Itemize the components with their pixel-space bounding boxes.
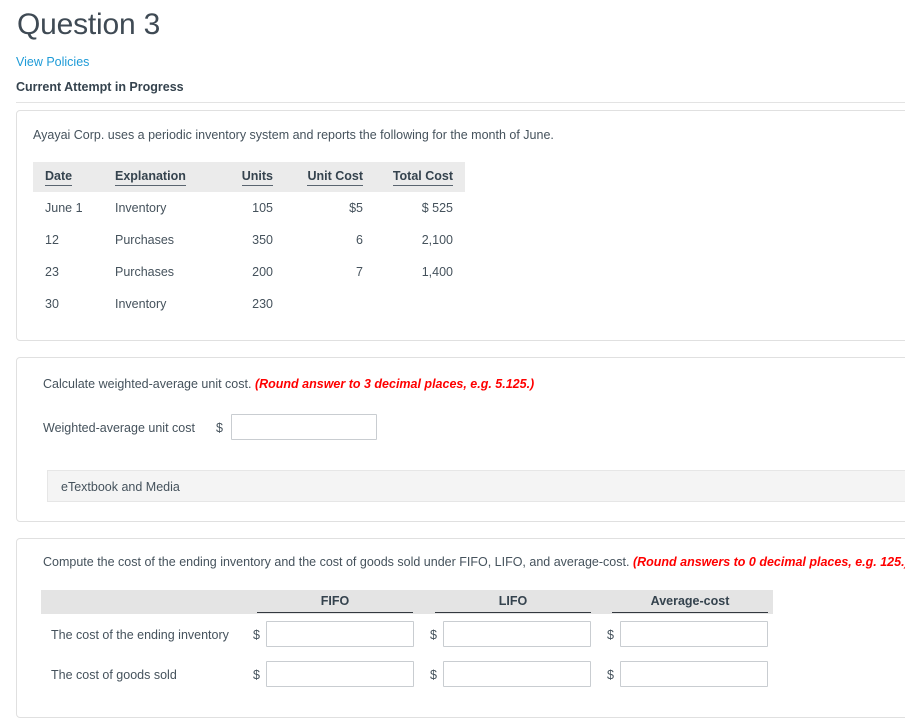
weighted-average-rounding-note: (Round answer to 3 decimal places, e.g. … xyxy=(254,377,535,391)
cell-explanation: Inventory xyxy=(115,201,167,215)
cell-date: June 1 xyxy=(45,201,83,215)
col-header-date: Date xyxy=(33,162,103,192)
weighted-average-field-label: Weighted-average unit cost xyxy=(43,421,195,435)
facts-panel: Ayayai Corp. uses a periodic inventory s… xyxy=(16,110,905,341)
cell-total-cost xyxy=(375,288,465,320)
dollar-sign-icon: $ xyxy=(253,628,260,642)
header-divider xyxy=(16,102,905,103)
attempt-status-label: Current Attempt in Progress xyxy=(16,80,184,94)
costs-instruction-line: Compute the cost of the ending inventory… xyxy=(43,554,905,570)
cell-units: 200 xyxy=(252,265,273,279)
cell-date: 23 xyxy=(45,265,59,279)
cell-units: 350 xyxy=(252,233,273,247)
inventory-header-row: Date Explanation Units Unit Cost Total C… xyxy=(33,162,465,192)
costs-instruction: Compute the cost of the ending inventory… xyxy=(43,555,630,569)
col-header-explanation: Explanation xyxy=(103,162,219,192)
table-row: 30 Inventory 230 xyxy=(33,288,465,320)
inventory-table: Date Explanation Units Unit Cost Total C… xyxy=(33,162,465,320)
dollar-sign-icon: $ xyxy=(430,668,437,682)
cell-units: 105 xyxy=(252,201,273,215)
etextbook-and-media-bar[interactable]: eTextbook and Media xyxy=(47,470,905,502)
cell-date: 12 xyxy=(45,233,59,247)
cost-of-goods-sold-fifo-input[interactable] xyxy=(266,661,414,687)
weighted-average-instruction: Calculate weighted-average unit cost. xyxy=(43,377,252,391)
cell-units: 230 xyxy=(252,297,273,311)
view-policies-link[interactable]: View Policies xyxy=(16,54,89,70)
dollar-sign-icon: $ xyxy=(216,421,223,435)
cell-explanation: Purchases xyxy=(115,265,175,279)
cell-unit-cost: 6 xyxy=(356,233,363,247)
ending-inventory-fifo-input[interactable] xyxy=(266,621,414,647)
dollar-sign-icon: $ xyxy=(607,668,614,682)
weighted-average-panel: Calculate weighted-average unit cost. (R… xyxy=(16,357,905,522)
dollar-sign-icon: $ xyxy=(607,628,614,642)
col-header-unit-cost: Unit Cost xyxy=(285,162,375,192)
cost-of-goods-sold-average-cost-input[interactable] xyxy=(620,661,768,687)
facts-intro-text: Ayayai Corp. uses a periodic inventory s… xyxy=(33,128,554,142)
cost-of-goods-sold-lifo-input[interactable] xyxy=(443,661,591,687)
col-header-units: Units xyxy=(219,162,285,192)
cell-explanation: Purchases xyxy=(115,233,175,247)
page-title: Question 3 xyxy=(17,8,161,41)
table-row: 23 Purchases 200 7 1,400 xyxy=(33,256,465,288)
costs-rounding-note: (Round answers to 0 decimal places, e.g.… xyxy=(632,555,905,569)
question-page: Question 3 View Policies Current Attempt… xyxy=(0,0,905,718)
col-header-fifo: FIFO xyxy=(257,593,413,613)
col-header-total-cost: Total Cost xyxy=(375,162,465,192)
cell-explanation: Inventory xyxy=(115,297,167,311)
col-header-average-cost: Average-cost xyxy=(612,593,768,613)
cell-unit-cost xyxy=(285,288,375,320)
table-row: 12 Purchases 350 6 2,100 xyxy=(33,224,465,256)
cell-date: 30 xyxy=(45,297,59,311)
inventory-table-head: Date Explanation Units Unit Cost Total C… xyxy=(33,162,465,192)
etextbook-and-media-label: eTextbook and Media xyxy=(61,480,180,494)
weighted-average-unit-cost-input[interactable] xyxy=(231,414,377,440)
dollar-sign-icon: $ xyxy=(430,628,437,642)
cell-total-cost: $ 525 xyxy=(421,201,453,215)
cell-unit-cost: $5 xyxy=(349,201,363,215)
dollar-sign-icon: $ xyxy=(253,668,260,682)
costs-panel: Compute the cost of the ending inventory… xyxy=(16,538,905,718)
inventory-table-body: June 1 Inventory 105 $5 $ 525 12 Purchas… xyxy=(33,192,465,320)
cell-total-cost: 1,400 xyxy=(421,265,453,279)
cell-unit-cost: 7 xyxy=(356,265,363,279)
col-header-lifo: LIFO xyxy=(435,593,591,613)
row-label-ending-inventory: The cost of the ending inventory xyxy=(51,628,229,642)
cell-total-cost: 2,100 xyxy=(421,233,453,247)
table-row: June 1 Inventory 105 $5 $ 525 xyxy=(33,192,465,224)
row-label-cost-of-goods-sold: The cost of goods sold xyxy=(51,668,177,682)
ending-inventory-lifo-input[interactable] xyxy=(443,621,591,647)
ending-inventory-average-cost-input[interactable] xyxy=(620,621,768,647)
weighted-average-instruction-line: Calculate weighted-average unit cost. (R… xyxy=(43,376,534,392)
